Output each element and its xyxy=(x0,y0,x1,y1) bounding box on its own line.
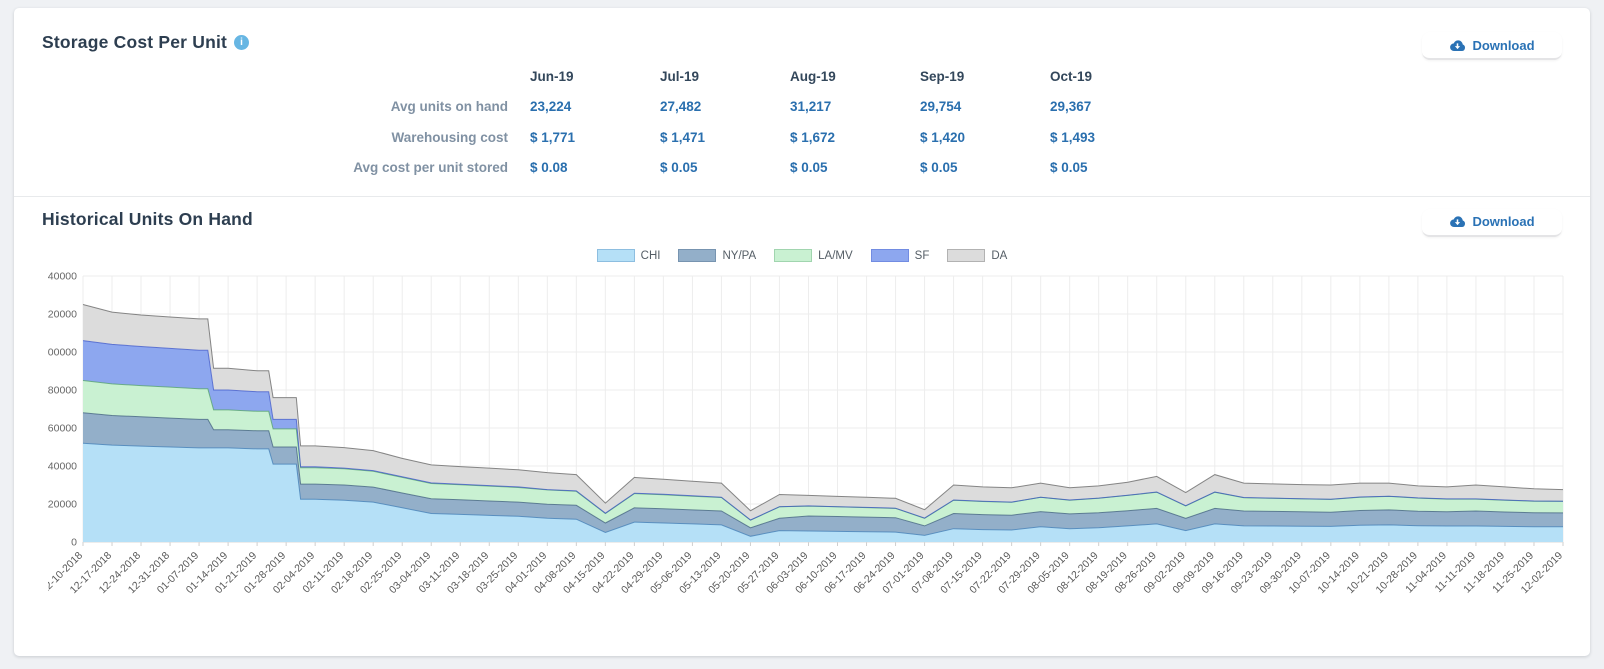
svg-text:80000: 80000 xyxy=(48,384,77,396)
download-button-historical[interactable]: Download xyxy=(1422,209,1562,237)
section-title-historical-units: Historical Units On Hand xyxy=(42,209,253,230)
row-label: Avg cost per unit stored xyxy=(42,153,522,184)
page-title: Storage Cost Per Unit i xyxy=(42,32,249,53)
legend-swatch xyxy=(871,249,909,262)
legend-label: DA xyxy=(991,250,1007,262)
column-header: Oct-19 xyxy=(1042,62,1172,92)
dashboard-card: Storage Cost Per Unit i Download Jun-19J… xyxy=(14,8,1590,656)
cell-value: $ 1,672 xyxy=(782,123,912,154)
legend-swatch xyxy=(678,249,716,262)
table-corner xyxy=(42,62,522,92)
svg-text:20000: 20000 xyxy=(48,498,77,510)
legend-item-CHI[interactable]: CHI xyxy=(597,249,661,262)
column-header: Jul-19 xyxy=(652,62,782,92)
svg-text:60000: 60000 xyxy=(48,422,77,434)
cell-value: $ 1,471 xyxy=(652,123,782,154)
legend-swatch xyxy=(774,249,812,262)
legend-label: SF xyxy=(915,250,930,262)
legend-label: CHI xyxy=(641,250,661,262)
download-button-storage[interactable]: Download xyxy=(1422,32,1562,60)
legend-label: NY/PA xyxy=(722,250,756,262)
legend-item-SF[interactable]: SF xyxy=(871,249,930,262)
legend-label: LA/MV xyxy=(818,250,853,262)
svg-text:0: 0 xyxy=(71,536,77,548)
legend-item-NY/PA[interactable]: NY/PA xyxy=(678,249,756,262)
cell-value: $ 0.05 xyxy=(1042,153,1172,184)
legend-item-DA[interactable]: DA xyxy=(947,249,1007,262)
cell-value: 31,217 xyxy=(782,92,912,123)
storage-cost-section: Storage Cost Per Unit i Download Jun-19J… xyxy=(42,8,1562,184)
page-background: { "storage_section": { "title": "Storage… xyxy=(0,0,1604,669)
cell-value: $ 1,493 xyxy=(1042,123,1172,154)
stacked-area-chart-svg: 0200004000060000800001000001200001400001… xyxy=(48,267,1568,619)
download-button-label: Download xyxy=(1472,214,1534,229)
cell-value: $ 0.05 xyxy=(912,153,1042,184)
download-button-label: Download xyxy=(1472,38,1534,53)
cell-value: $ 1,420 xyxy=(912,123,1042,154)
chart-legend: CHI NY/PA LA/MV SF DA xyxy=(42,247,1562,265)
section-title-storage-cost: Storage Cost Per Unit xyxy=(42,32,227,53)
cell-value: $ 0.08 xyxy=(522,153,652,184)
svg-text:40000: 40000 xyxy=(48,460,77,472)
column-header: Sep-19 xyxy=(912,62,1042,92)
cell-value: $ 0.05 xyxy=(652,153,782,184)
historical-units-section: Historical Units On Hand Download CHI NY… xyxy=(42,197,1562,624)
cloud-download-icon xyxy=(1449,215,1466,228)
svg-text:100000: 100000 xyxy=(48,346,77,358)
cell-value: 23,224 xyxy=(522,92,652,123)
column-header: Aug-19 xyxy=(782,62,912,92)
cell-value: 29,367 xyxy=(1042,92,1172,123)
svg-text:140000: 140000 xyxy=(48,270,77,282)
cell-value: $ 0.05 xyxy=(782,153,912,184)
svg-text:120000: 120000 xyxy=(48,308,77,320)
historical-units-chart: 0200004000060000800001000001200001400001… xyxy=(48,267,1562,624)
legend-swatch xyxy=(947,249,985,262)
info-icon[interactable]: i xyxy=(234,35,249,50)
cell-value: 27,482 xyxy=(652,92,782,123)
cell-value: 29,754 xyxy=(912,92,1042,123)
storage-cost-table: Jun-19Jul-19Aug-19Sep-19Oct-19 Avg units … xyxy=(42,62,1562,184)
cloud-download-icon xyxy=(1449,39,1466,52)
legend-item-LA/MV[interactable]: LA/MV xyxy=(774,249,853,262)
row-label: Avg units on hand xyxy=(42,92,522,123)
cell-value: $ 1,771 xyxy=(522,123,652,154)
row-label: Warehousing cost xyxy=(42,123,522,154)
legend-swatch xyxy=(597,249,635,262)
column-header: Jun-19 xyxy=(522,62,652,92)
